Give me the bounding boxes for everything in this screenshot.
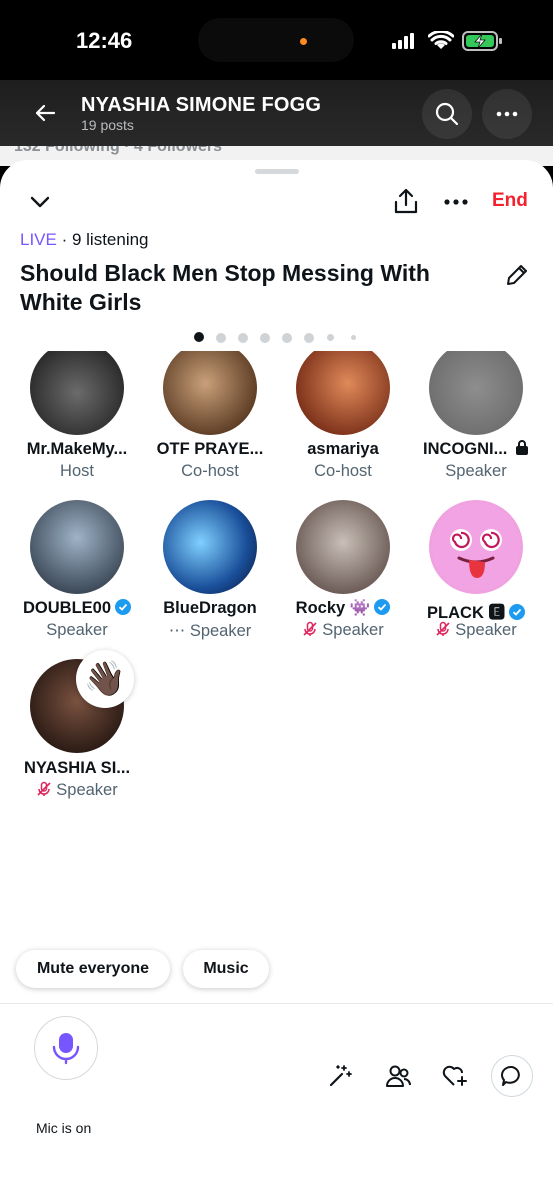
more-dots-icon (496, 111, 518, 117)
mute-everyone-button[interactable]: Mute everyone (16, 950, 170, 988)
page-dot (351, 335, 356, 340)
search-button[interactable] (422, 89, 472, 139)
music-button[interactable]: Music (183, 950, 269, 988)
avatar[interactable] (429, 500, 523, 594)
participant-role: Co-host (314, 462, 372, 480)
battery-charging-icon (462, 31, 502, 51)
magic-wand-icon (329, 1065, 352, 1087)
space-title: Should Black Men Stop Messing With White… (20, 260, 430, 315)
participant-name-row: INCOGNI... (409, 440, 543, 459)
status-time: 12:46 (76, 28, 133, 53)
more-options-button[interactable] (482, 89, 532, 139)
participant-role-row: ⋯ Speaker (143, 621, 277, 641)
mic-toggle-button[interactable] (34, 1016, 98, 1080)
page-dot (282, 333, 292, 343)
participant-name: INCOGNI... (423, 440, 508, 458)
signal-icon (392, 33, 414, 49)
speaking-dots-icon: ⋯ (168, 622, 186, 640)
search-icon (435, 102, 459, 126)
dizzy-face-emoji-icon (432, 503, 520, 591)
heart-plus-icon (442, 1065, 467, 1086)
profile-name: NYASHIA SIMONE FOGG (81, 94, 322, 116)
mic-icon (52, 1033, 80, 1065)
wifi-icon (428, 31, 454, 49)
chat-bubble-icon (501, 1065, 520, 1086)
profile-stats-text: 132 Following · 4 Followers (14, 146, 223, 155)
participant-name-row: DOUBLE00 (10, 599, 144, 618)
wave-reaction-icon: 👋🏿 (76, 650, 134, 708)
mic-muted-icon (303, 621, 317, 636)
participant-name: OTF PRAYE... (156, 440, 264, 458)
participant-role-row: Speaker (10, 781, 144, 800)
avatar[interactable] (30, 351, 124, 435)
mic-muted-icon (37, 781, 51, 796)
page-dot (260, 333, 270, 343)
avatar[interactable] (30, 500, 124, 594)
participant-name: NYASHIA SI... (23, 759, 131, 777)
verified-badge-icon (115, 599, 132, 615)
lock-icon (515, 440, 528, 455)
participant-role: Speaker (46, 621, 108, 639)
avatar[interactable] (163, 351, 257, 435)
participant-role: Speaker (189, 622, 252, 640)
page-dot (304, 333, 314, 343)
mic-status-label: Mic is on (36, 1120, 92, 1136)
participant-role: Speaker (322, 621, 384, 639)
participant-role: Speaker (455, 621, 517, 639)
page-dot (216, 333, 226, 343)
participant-name: Mr.MakeMy... (26, 440, 128, 458)
participant-role-row: Speaker (409, 621, 543, 640)
participant-name-row: Rocky 👾 (276, 599, 410, 618)
dynamic-island (198, 18, 354, 62)
edit-pencil-icon[interactable] (504, 262, 530, 288)
avatar[interactable] (163, 500, 257, 594)
comments-button[interactable] (491, 1055, 533, 1097)
participant-name: BlueDragon (163, 599, 257, 617)
page-dot-active (194, 332, 204, 342)
avatar[interactable] (296, 351, 390, 435)
share-icon[interactable] (393, 187, 419, 215)
back-arrow-icon[interactable] (34, 102, 56, 124)
react-heart-button[interactable] (435, 1056, 475, 1096)
sheet-grabber[interactable] (255, 169, 299, 174)
more-icon[interactable] (442, 190, 470, 214)
people-button[interactable] (378, 1056, 418, 1096)
verified-badge-icon (508, 604, 525, 620)
footer-divider (0, 1003, 553, 1004)
participant-name: PLACK 🅴 (427, 604, 505, 622)
avatar[interactable] (429, 351, 523, 435)
mic-muted-icon (436, 621, 450, 636)
participant-role: Co-host (181, 462, 239, 480)
verified-badge-icon (374, 599, 391, 615)
participant-role: Speaker (56, 781, 118, 799)
live-status: LIVE · 9 listening (20, 230, 149, 250)
profile-post-count: 19 posts (81, 117, 134, 133)
page-dot (327, 334, 334, 341)
magic-wand-button[interactable] (320, 1056, 360, 1096)
participant-name: DOUBLE00 (22, 599, 112, 617)
people-icon (386, 1065, 411, 1087)
participant-role-row: Speaker (276, 621, 410, 640)
participant-name: Rocky 👾 (295, 599, 371, 617)
participant-name: asmariya (307, 440, 379, 458)
listener-count: · 9 listening (56, 230, 149, 249)
participant-name-row: PLACK 🅴 (409, 599, 543, 623)
privacy-indicator (300, 38, 307, 45)
page-dot (238, 333, 248, 343)
collapse-chevron-icon[interactable] (28, 190, 52, 214)
participant-role: Host (60, 462, 94, 480)
live-label: LIVE (20, 230, 57, 249)
avatar[interactable] (296, 500, 390, 594)
end-space-button[interactable]: End (492, 190, 528, 212)
participant-role: Speaker (445, 462, 507, 480)
